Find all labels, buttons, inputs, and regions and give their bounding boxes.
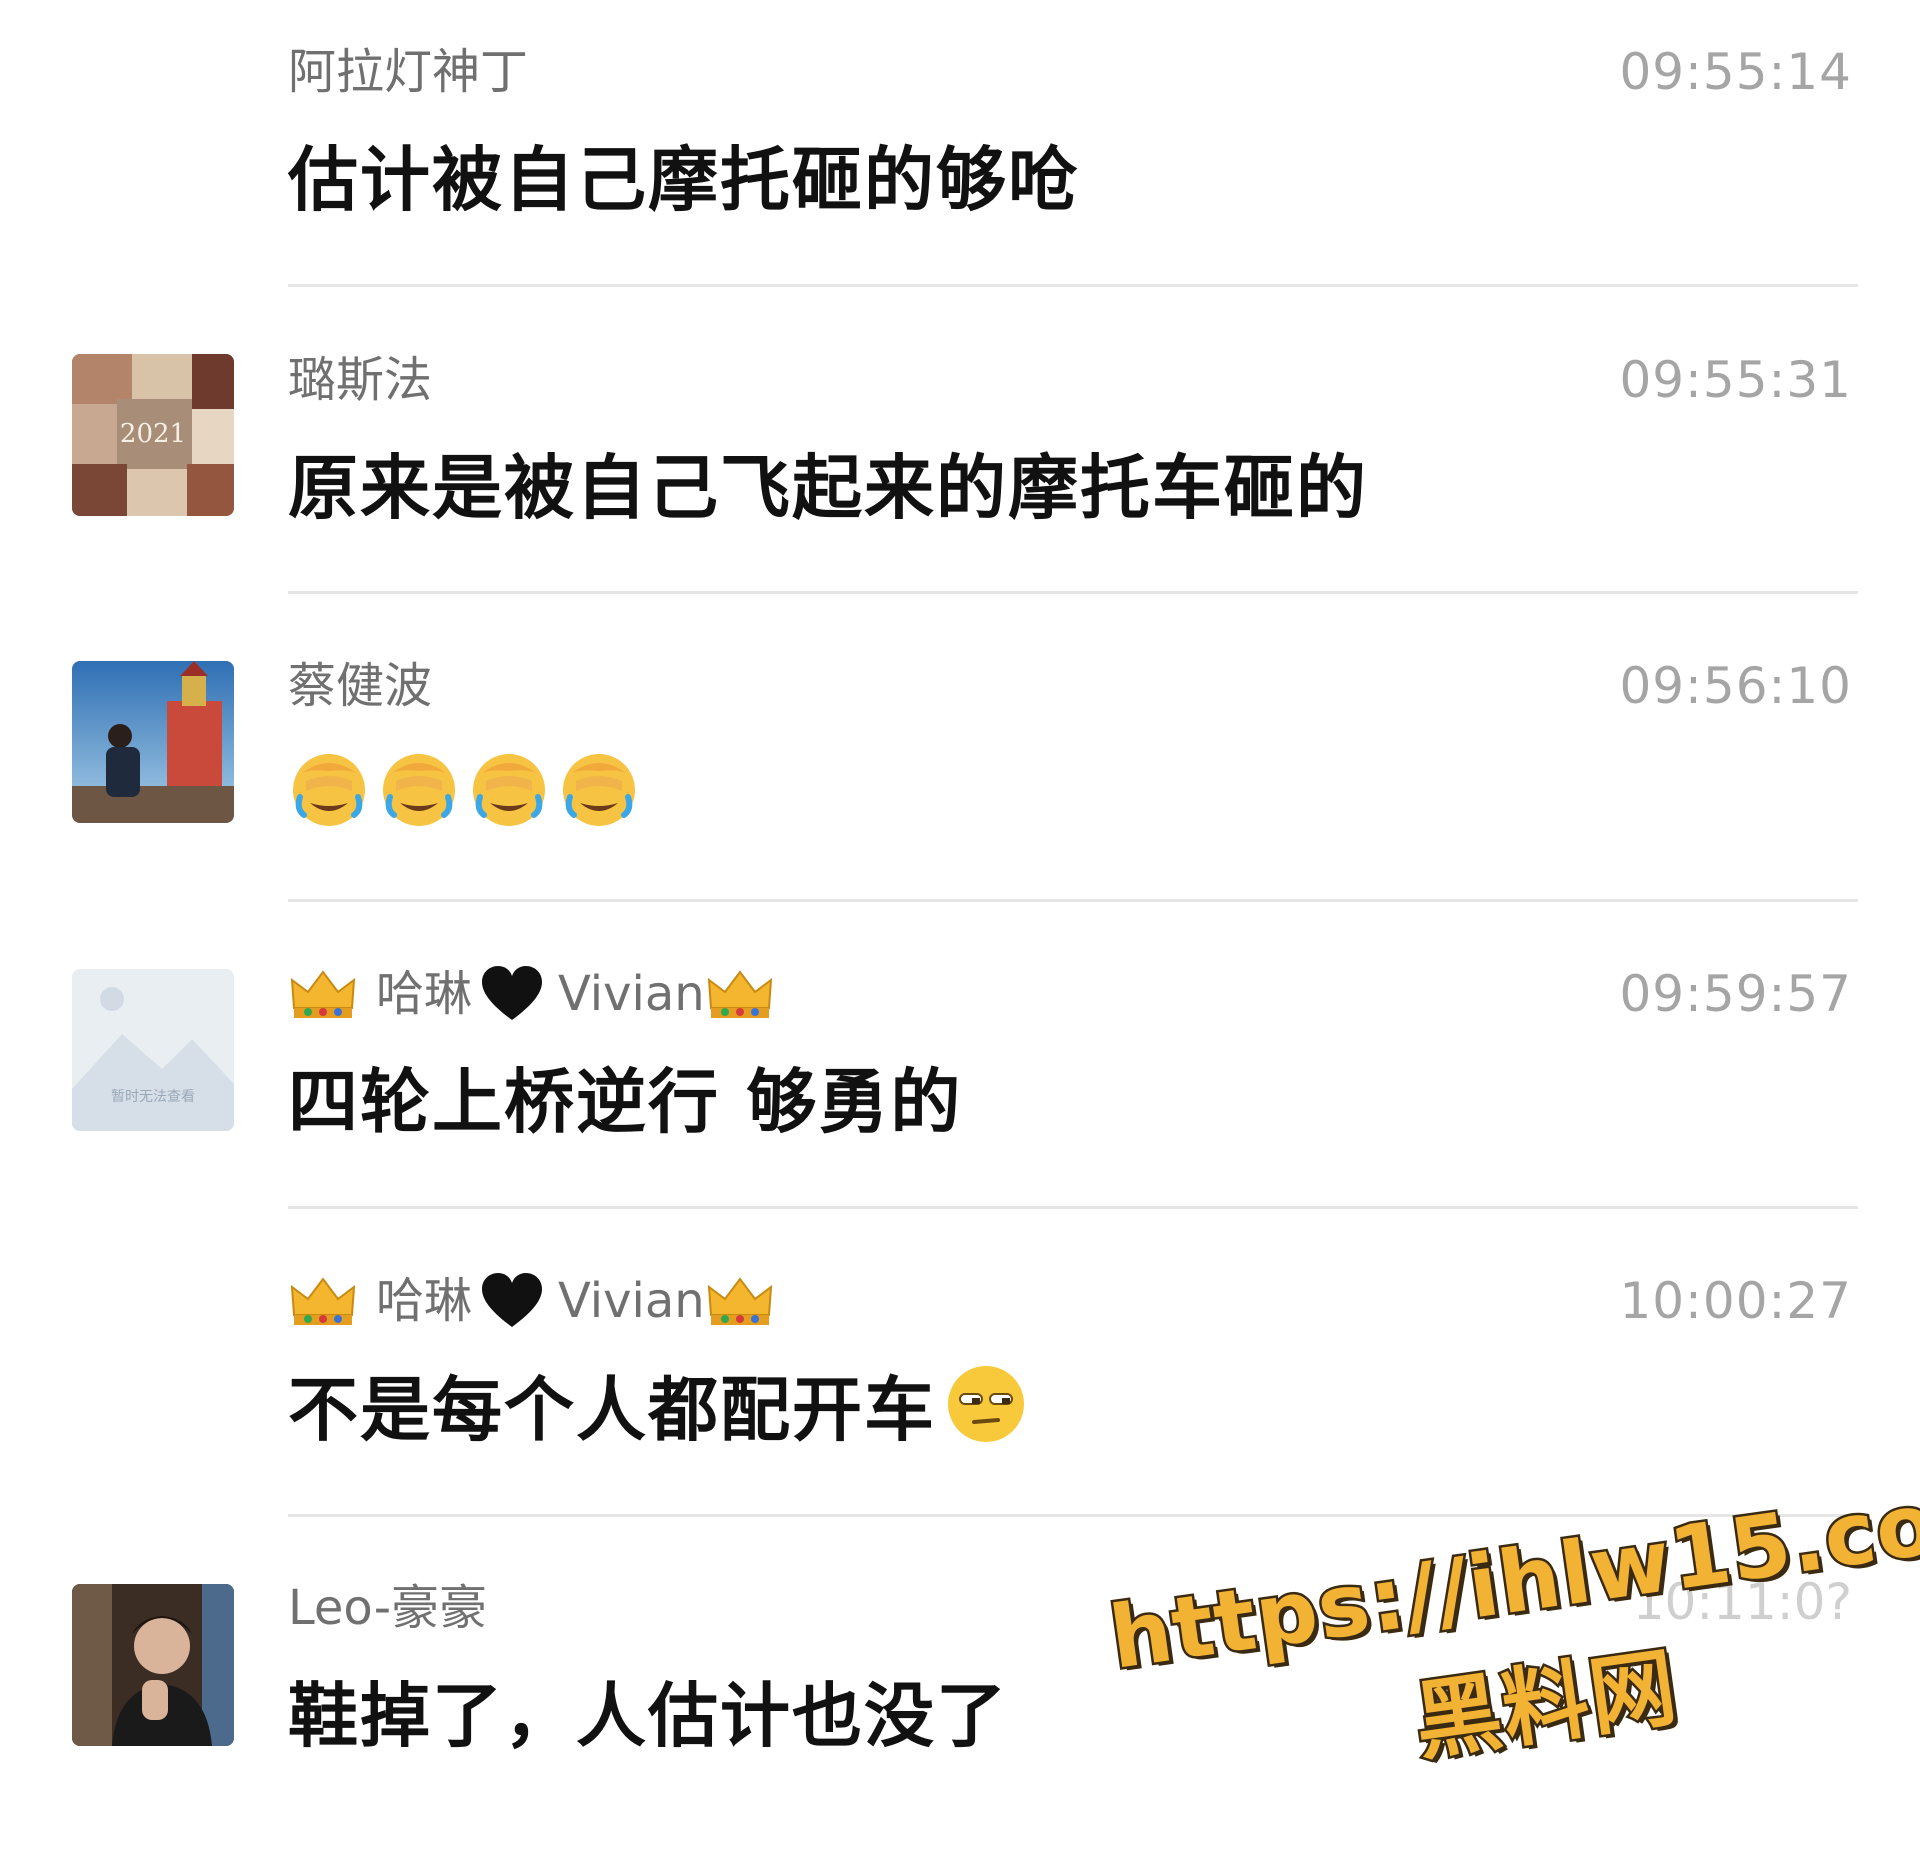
comment-author-row: 哈琳 Vivian: [288, 1261, 775, 1341]
avatar[interactable]: 暂时无法查看: [72, 969, 234, 1131]
comment-author-row: 蔡健波: [288, 646, 432, 726]
comment-timestamp: 09:56:10: [1619, 657, 1852, 715]
comment-divider: [288, 899, 1858, 902]
comment-author[interactable]: Leo-豪豪: [288, 1578, 487, 1638]
comment-author[interactable]: 哈琳: [376, 1271, 472, 1331]
comment-text: 估计被自己摩托砸的够呛: [288, 138, 1080, 221]
avatar-placeholder-text: 暂时无法查看: [111, 1089, 195, 1105]
avatar-photo-image: [72, 1584, 234, 1746]
comment-divider: [288, 284, 1858, 287]
avatar[interactable]: [72, 661, 234, 823]
comment-divider: [288, 1514, 1858, 1517]
comment-author[interactable]: 阿拉灯神丁: [288, 42, 528, 102]
comment-divider: [288, 591, 1858, 594]
black-heart-icon: [482, 966, 543, 1020]
facepalm-crying-emoji: [473, 754, 545, 826]
comment-author-row: 璐斯法: [288, 340, 432, 420]
avatar-collage-image: 2021: [72, 354, 234, 516]
comment-timestamp: 09:59:57: [1619, 965, 1852, 1023]
facepalm-crying-emoji: [293, 754, 365, 826]
comment-author[interactable]: 蔡健波: [288, 656, 432, 716]
avatar-photo-image: [72, 661, 234, 823]
avatar[interactable]: 2021: [72, 354, 234, 516]
facepalm-crying-emoji: [383, 754, 455, 826]
comment-timestamp: 09:55:14: [1619, 43, 1852, 101]
comment-author-suffix[interactable]: Vivian: [558, 964, 705, 1024]
crown-icon: [290, 1277, 356, 1325]
watermark-site-name: 黑料网: [1406, 1635, 1686, 1776]
comment-author-suffix[interactable]: Vivian: [558, 1271, 705, 1331]
unamused-emoji: [948, 1366, 1024, 1442]
avatar-placeholder-image: 暂时无法查看: [72, 969, 234, 1131]
comment-text: 四轮上桥逆行 够勇的: [288, 1060, 963, 1143]
comment-text: 不是每个人都配开车: [288, 1368, 936, 1451]
comment-text-row: 不是每个人都配开车: [288, 1354, 1028, 1454]
avatar-year-text: 2021: [120, 419, 186, 449]
comment-text: 原来是被自己飞起来的摩托车砸的: [288, 446, 1368, 529]
comment-author[interactable]: 璐斯法: [288, 350, 432, 410]
black-heart-icon: [482, 1273, 543, 1327]
comment-timestamp: 10:11:0?: [1632, 1573, 1852, 1631]
avatar[interactable]: [72, 1584, 234, 1746]
comment-timestamp: 09:55:31: [1619, 351, 1852, 409]
comment-text: 鞋掉了，人估计也没了: [288, 1674, 1008, 1757]
facepalm-crying-emoji: [563, 754, 635, 826]
crown-icon: [707, 1277, 772, 1325]
watermark: https://ihlw15.com 黑料网: [1100, 1451, 1920, 1817]
comment-emoji-row: [288, 738, 648, 838]
crown-icon: [290, 970, 356, 1018]
comment-divider: [288, 1206, 1858, 1209]
crown-icon: [707, 970, 772, 1018]
comment-author-row: 阿拉灯神丁: [288, 32, 528, 112]
comment-author-row: 哈琳 Vivian: [288, 954, 775, 1034]
comment-timestamp: 10:00:27: [1619, 1272, 1852, 1330]
comment-author-row: Leo-豪豪: [288, 1568, 487, 1648]
comment-author[interactable]: 哈琳: [376, 964, 472, 1024]
